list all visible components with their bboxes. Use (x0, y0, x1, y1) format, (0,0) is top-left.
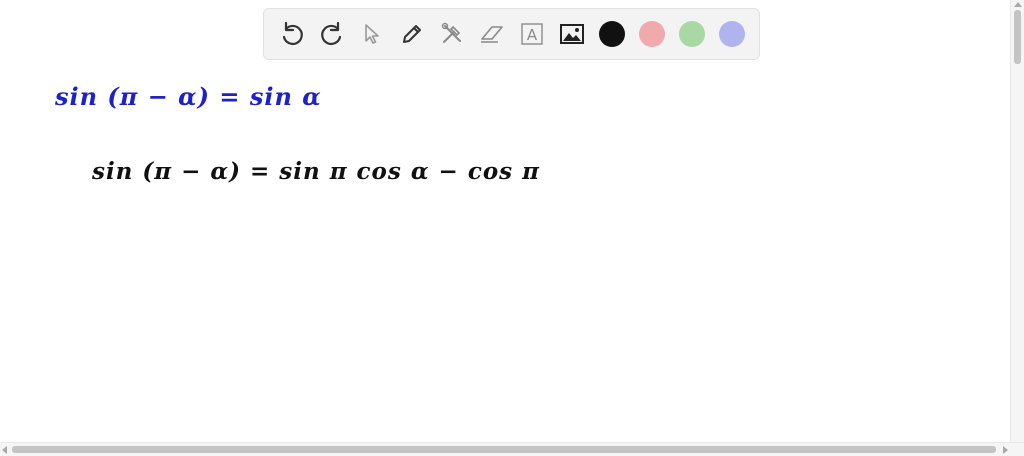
undo-button[interactable] (272, 14, 312, 54)
tools-icon (441, 22, 461, 43)
eraser-tool-button[interactable] (472, 14, 512, 54)
text-icon: A (521, 23, 543, 45)
color-green-dot (679, 21, 705, 47)
horizontal-scrollbar[interactable] (0, 442, 1024, 456)
text-tool-button[interactable]: A (512, 14, 552, 54)
vertical-scroll-thumb[interactable] (1014, 10, 1021, 64)
redo-button[interactable] (312, 14, 352, 54)
image-tool-button[interactable] (552, 14, 592, 54)
pen-tool-button[interactable] (392, 14, 432, 54)
handwritten-expansion: sin (π − α) = sin π cos α − cos π (92, 158, 540, 185)
vertical-scrollbar[interactable] (1010, 0, 1024, 442)
whiteboard-canvas[interactable]: A sin (π − α) = sin α sin (π − α) = sin … (0, 0, 1024, 456)
tools-button[interactable] (432, 14, 472, 54)
eraser-icon (481, 26, 503, 43)
color-green-swatch[interactable] (672, 14, 712, 54)
color-red-dot (639, 21, 665, 47)
color-blue-swatch[interactable] (712, 14, 752, 54)
scroll-right-arrow-icon[interactable] (1003, 446, 1008, 454)
color-black-dot (599, 21, 625, 47)
color-red-swatch[interactable] (632, 14, 672, 54)
undo-icon (282, 21, 303, 46)
pointer-icon (365, 24, 379, 44)
drawing-toolbar: A (263, 8, 760, 60)
svg-text:A: A (527, 26, 538, 44)
scroll-up-arrow-icon[interactable] (1014, 2, 1022, 7)
pen-icon (403, 25, 421, 43)
color-black-swatch[interactable] (592, 14, 632, 54)
color-blue-dot (719, 21, 745, 47)
image-icon (560, 24, 584, 44)
redo-icon (321, 21, 342, 46)
handwritten-identity: sin (π − α) = sin α (55, 82, 322, 111)
scroll-left-arrow-icon[interactable] (2, 446, 7, 454)
select-tool-button[interactable] (352, 14, 392, 54)
horizontal-scroll-thumb[interactable] (12, 446, 996, 453)
